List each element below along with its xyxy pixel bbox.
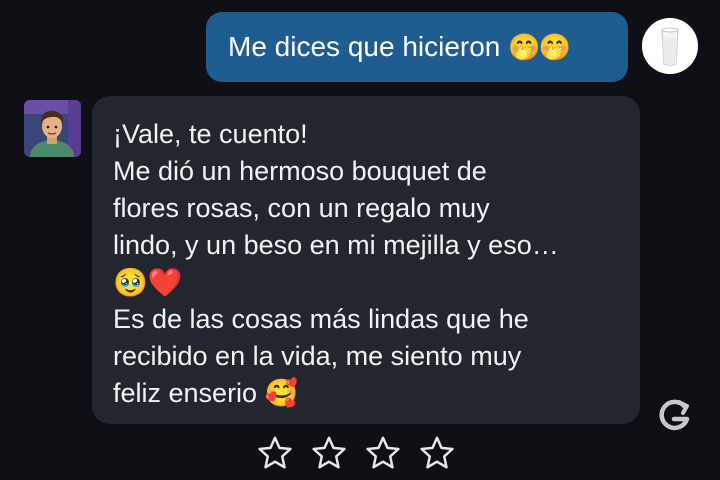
star-icon[interactable] bbox=[418, 434, 456, 472]
bot-message-bubble: ¡Vale, te cuento! Me dió un hermoso bouq… bbox=[92, 96, 640, 424]
bot-message-line: Me dió un hermoso bouquet de bbox=[113, 156, 487, 186]
character-avatar[interactable] bbox=[24, 100, 81, 157]
user-message-emoji: 🤭🤭 bbox=[508, 31, 571, 62]
regenerate-icon[interactable] bbox=[654, 396, 694, 436]
bot-message-line: lindo, y un beso en mi mejilla y eso… bbox=[113, 230, 559, 260]
bot-message-line: ¡Vale, te cuento! bbox=[113, 119, 308, 149]
star-icon[interactable] bbox=[256, 434, 294, 472]
bot-message-line: Es de las cosas más lindas que he bbox=[113, 304, 529, 334]
user-avatar-milk-icon[interactable] bbox=[642, 18, 698, 74]
user-message-text: Me dices que hicieron bbox=[228, 31, 501, 62]
rating-stars bbox=[256, 434, 456, 472]
bot-message-emoji-line: 🥹❤️ bbox=[113, 267, 183, 298]
star-icon[interactable] bbox=[364, 434, 402, 472]
star-icon[interactable] bbox=[310, 434, 348, 472]
bot-message-line: flores rosas, con un regalo muy bbox=[113, 193, 490, 223]
user-message-bubble: Me dices que hicieron 🤭🤭 bbox=[206, 12, 628, 82]
bot-message-line: feliz enserio 🥰 bbox=[113, 378, 299, 408]
bot-message-line: recibido en la vida, me siento muy bbox=[113, 341, 522, 371]
